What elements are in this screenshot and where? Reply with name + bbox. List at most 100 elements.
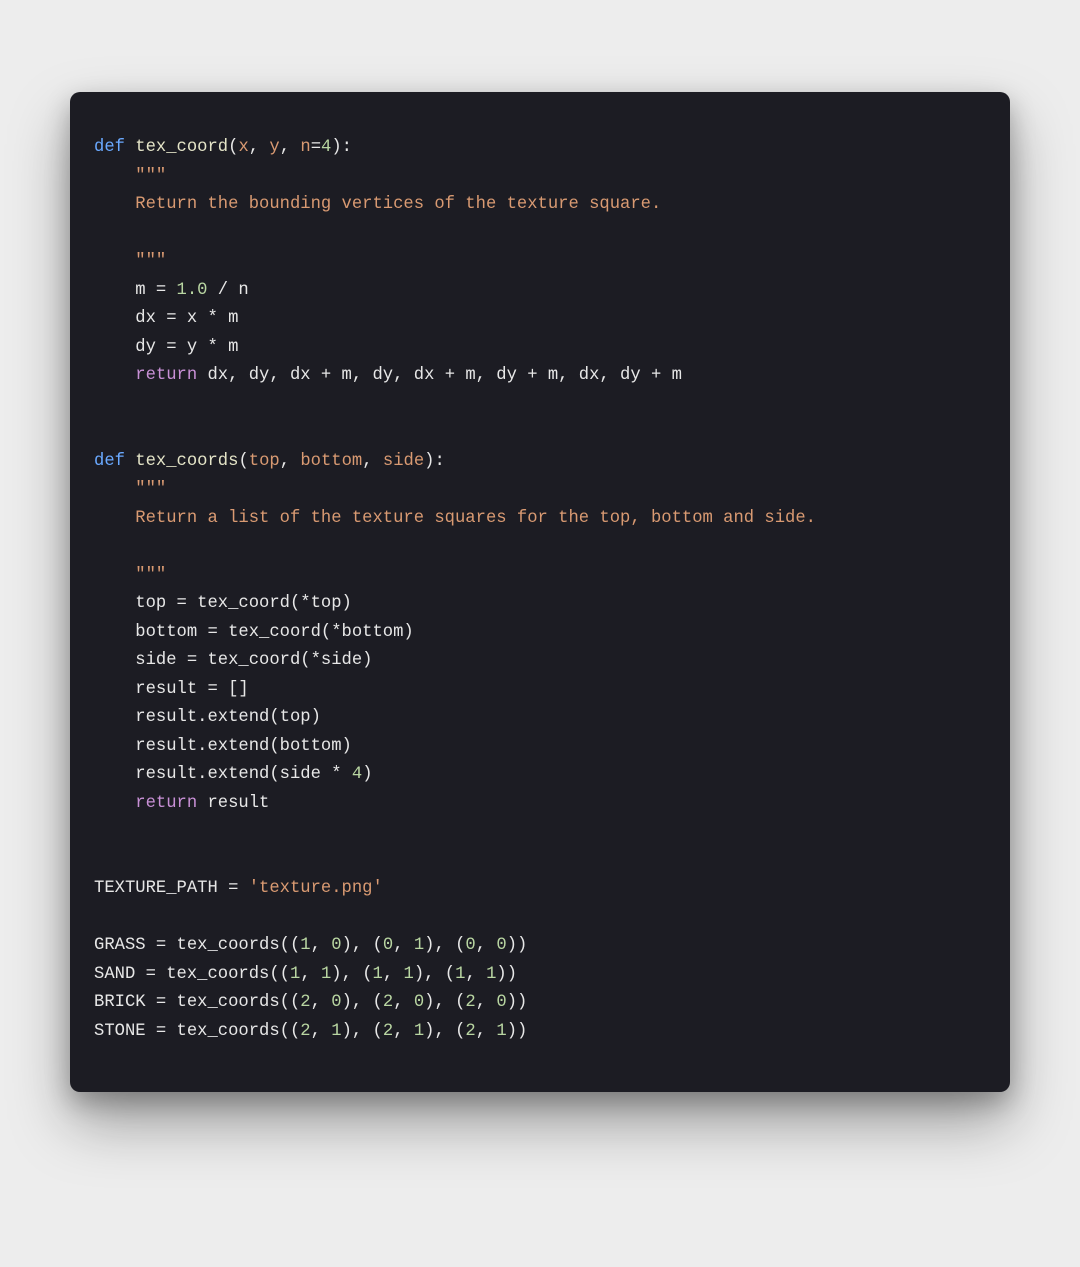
sep: ), ( xyxy=(424,1022,465,1041)
param-top: top xyxy=(249,452,280,471)
number: 1 xyxy=(290,965,300,984)
number: 0 xyxy=(383,936,393,955)
keyword-return: return xyxy=(135,366,197,385)
code-line: / n xyxy=(207,281,248,300)
number: 1.0 xyxy=(177,281,208,300)
sep: , xyxy=(300,965,321,984)
sep: , xyxy=(476,936,497,955)
docstring-body: Return the bounding vertices of the text… xyxy=(94,195,661,214)
number: 2 xyxy=(383,1022,393,1041)
sep: , xyxy=(476,1022,497,1041)
function-name: tex_coord xyxy=(135,138,228,157)
function-name: tex_coords xyxy=(135,452,238,471)
global-lhs: TEXTURE_PATH = xyxy=(94,879,249,898)
sep: ), ( xyxy=(342,1022,383,1041)
equals: = xyxy=(311,138,321,157)
sep: ), ( xyxy=(424,993,465,1012)
number: 0 xyxy=(496,936,506,955)
code-line: result.extend(bottom) xyxy=(94,737,352,756)
code-line: bottom = tex_coord(*bottom) xyxy=(94,623,414,642)
string-literal: 'texture.png' xyxy=(249,879,383,898)
number: 0 xyxy=(496,993,506,1012)
number: 1 xyxy=(321,965,331,984)
paren-open: ( xyxy=(238,452,248,471)
param-n: n xyxy=(300,138,310,157)
global-lhs: BRICK = tex_coords(( xyxy=(94,993,300,1012)
keyword-def: def xyxy=(94,452,125,471)
paren-close: ): xyxy=(331,138,352,157)
sep: ), ( xyxy=(414,965,455,984)
global-lhs: SAND = tex_coords(( xyxy=(94,965,290,984)
number: 1 xyxy=(300,936,310,955)
docstring-close: """ xyxy=(94,566,166,585)
paren-close: ): xyxy=(424,452,445,471)
sep: , xyxy=(393,936,414,955)
number: 2 xyxy=(465,993,475,1012)
number: 0 xyxy=(465,936,475,955)
sep: ), ( xyxy=(331,965,372,984)
code-line: result = [] xyxy=(94,680,249,699)
sep: , xyxy=(383,965,404,984)
number: 4 xyxy=(352,765,362,784)
sep: ), ( xyxy=(342,936,383,955)
sep: , xyxy=(476,993,497,1012)
docstring-body: Return a list of the texture squares for… xyxy=(94,509,816,528)
sep: ), ( xyxy=(342,993,383,1012)
comma: , xyxy=(280,138,301,157)
number: 1 xyxy=(414,936,424,955)
comma: , xyxy=(249,138,270,157)
number: 2 xyxy=(300,1022,310,1041)
code-line: side = tex_coord(*side) xyxy=(94,651,372,670)
sep: , xyxy=(393,993,414,1012)
number: 2 xyxy=(465,1022,475,1041)
sep: , xyxy=(465,965,486,984)
number: 2 xyxy=(383,993,393,1012)
docstring-open: """ xyxy=(135,167,166,186)
number: 1 xyxy=(455,965,465,984)
close: )) xyxy=(507,993,528,1012)
comma: , xyxy=(280,452,301,471)
number: 0 xyxy=(331,993,341,1012)
global-lhs: STONE = tex_coords(( xyxy=(94,1022,300,1041)
paren-open: ( xyxy=(228,138,238,157)
keyword-def: def xyxy=(94,138,125,157)
sep: ), ( xyxy=(424,936,465,955)
code-line: top = tex_coord(*top) xyxy=(94,594,352,613)
code-line: result.extend(side * xyxy=(94,765,352,784)
param-y: y xyxy=(269,138,279,157)
number: 1 xyxy=(486,965,496,984)
comma: , xyxy=(362,452,383,471)
number: 1 xyxy=(373,965,383,984)
param-side: side xyxy=(383,452,424,471)
code-line: dy = y * m xyxy=(94,338,238,357)
code-line: dx = x * m xyxy=(94,309,238,328)
number: 0 xyxy=(414,993,424,1012)
docstring-open: """ xyxy=(135,480,166,499)
default-value: 4 xyxy=(321,138,331,157)
number: 1 xyxy=(404,965,414,984)
close: )) xyxy=(496,965,517,984)
global-lhs: GRASS = tex_coords(( xyxy=(94,936,300,955)
sep: , xyxy=(393,1022,414,1041)
number: 1 xyxy=(414,1022,424,1041)
code-block: def tex_coord(x, y, n=4): """ Return the… xyxy=(94,134,986,1046)
close: )) xyxy=(507,936,528,955)
close: )) xyxy=(507,1022,528,1041)
sep: , xyxy=(311,936,332,955)
keyword-return: return xyxy=(135,794,197,813)
sep: , xyxy=(311,1022,332,1041)
return-expr: result xyxy=(197,794,269,813)
number: 2 xyxy=(300,993,310,1012)
param-bottom: bottom xyxy=(300,452,362,471)
sep: , xyxy=(311,993,332,1012)
code-line: m = xyxy=(94,281,177,300)
number: 1 xyxy=(331,1022,341,1041)
code-card: def tex_coord(x, y, n=4): """ Return the… xyxy=(70,92,1010,1092)
return-expr: dx, dy, dx + m, dy, dx + m, dy + m, dx, … xyxy=(197,366,682,385)
code-line: ) xyxy=(362,765,372,784)
docstring-close: """ xyxy=(94,252,166,271)
code-line: result.extend(top) xyxy=(94,708,321,727)
number: 1 xyxy=(496,1022,506,1041)
number: 0 xyxy=(331,936,341,955)
param-x: x xyxy=(238,138,248,157)
